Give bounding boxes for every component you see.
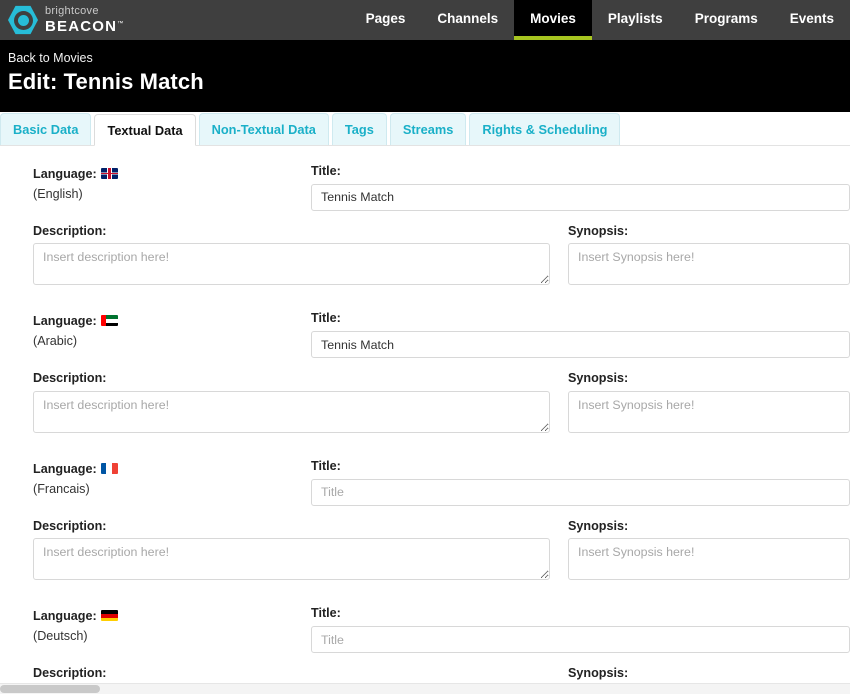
synopsis-field-group-arabic: Synopsis: — [568, 371, 850, 433]
horizontal-scrollbar-thumb[interactable] — [0, 685, 100, 693]
page-header: Back to Movies Edit: Tennis Match — [0, 40, 850, 112]
description-label: Description: — [33, 371, 107, 386]
title-input-english[interactable] — [311, 183, 850, 211]
title-label: Title: — [311, 458, 341, 473]
top-navigation-bar: brightcove BEACON™ Pages Channels Movies… — [0, 0, 850, 40]
brightcove-hexagon-logo-icon — [8, 5, 38, 35]
horizontal-scrollbar[interactable] — [0, 683, 850, 694]
editor-tab-strip: Basic Data Textual Data Non-Textual Data… — [0, 112, 850, 146]
title-field-group-english: Title: — [311, 164, 850, 211]
synopsis-field-group-english: Synopsis: — [568, 224, 850, 286]
description-textarea-english[interactable] — [33, 243, 550, 286]
language-name-deutsch: (Deutsch) — [33, 629, 88, 644]
tab-textual-data[interactable]: Textual Data — [94, 114, 196, 146]
language-section-deutsch: Language: (Deutsch) Title: Description: … — [0, 606, 850, 694]
flag-germany-icon — [100, 610, 118, 622]
tab-basic-data[interactable]: Basic Data — [0, 113, 92, 145]
language-label-group-english: Language: (English) — [33, 164, 311, 201]
tab-non-textual-data[interactable]: Non-Textual Data — [198, 113, 329, 145]
title-field-group-deutsch: Title: — [311, 606, 850, 654]
title-input-arabic[interactable] — [311, 331, 850, 359]
brand-wordmark: brightcove BEACON™ — [45, 4, 125, 35]
flag-france-icon — [100, 462, 118, 474]
title-field-group-francais: Title: — [311, 459, 850, 506]
nav-item-programs[interactable]: Programs — [679, 0, 774, 40]
synopsis-textarea-arabic[interactable] — [568, 390, 850, 433]
nav-item-movies[interactable]: Movies — [514, 0, 592, 40]
language-label-group-arabic: Language: (Arabic) — [33, 311, 311, 348]
language-label-group-deutsch: Language: (Deutsch) — [33, 606, 311, 643]
language-name-english: (English) — [33, 186, 83, 201]
nav-item-channels[interactable]: Channels — [421, 0, 514, 40]
language-label: Language: — [33, 314, 311, 330]
synopsis-textarea-francais[interactable] — [568, 538, 850, 581]
language-section-arabic: Language: (Arabic) Title: Description: S… — [0, 311, 850, 433]
description-field-group-english: Description: — [33, 224, 568, 286]
language-label-group-francais: Language: (Francais) — [33, 459, 311, 496]
title-field-group-arabic: Title: — [311, 311, 850, 359]
description-label: Description: — [33, 223, 107, 238]
brand-name-beacon: BEACON™ — [45, 17, 125, 35]
flag-united-kingdom-icon — [100, 168, 118, 179]
back-to-movies-link[interactable]: Back to Movies — [8, 51, 93, 65]
nav-item-pages[interactable]: Pages — [350, 0, 422, 40]
language-label: Language: — [33, 609, 311, 625]
synopsis-label: Synopsis: — [568, 371, 629, 386]
description-field-group-arabic: Description: — [33, 371, 568, 433]
tab-streams[interactable]: Streams — [389, 113, 467, 145]
brand-logo[interactable]: brightcove BEACON™ — [0, 0, 124, 40]
textual-data-panel: Language: (English) Title: Description: … — [0, 146, 850, 694]
title-label: Title: — [311, 164, 341, 178]
title-input-francais[interactable] — [311, 478, 850, 506]
language-sections: Language: (English) Title: Description: … — [0, 146, 850, 694]
synopsis-label: Synopsis: — [568, 666, 629, 681]
title-input-deutsch[interactable] — [311, 626, 850, 654]
synopsis-field-group-francais: Synopsis: — [568, 519, 850, 581]
main-nav-items: Pages Channels Movies Playlists Programs… — [350, 0, 850, 40]
description-textarea-francais[interactable] — [33, 538, 550, 581]
language-label: Language: — [33, 462, 311, 478]
description-label: Description: — [33, 518, 107, 533]
description-textarea-arabic[interactable] — [33, 390, 550, 433]
title-label: Title: — [311, 606, 341, 621]
page-title: Edit: Tennis Match — [8, 69, 204, 94]
tab-tags[interactable]: Tags — [331, 113, 387, 145]
nav-item-events[interactable]: Events — [774, 0, 850, 40]
synopsis-label: Synopsis: — [568, 518, 629, 533]
flag-united-arab-emirates-icon — [100, 315, 118, 327]
title-label: Title: — [311, 311, 341, 326]
language-label: Language: — [33, 167, 311, 183]
language-name-francais: (Francais) — [33, 481, 90, 496]
nav-item-playlists[interactable]: Playlists — [592, 0, 679, 40]
description-field-group-francais: Description: — [33, 519, 568, 581]
language-name-arabic: (Arabic) — [33, 334, 78, 349]
description-label: Description: — [33, 666, 107, 681]
tab-rights-and-scheduling[interactable]: Rights & Scheduling — [469, 113, 621, 145]
brand-name-brightcove: brightcove — [45, 4, 99, 17]
language-section-francais: Language: (Francais) Title: Description:… — [0, 459, 850, 581]
language-section-english: Language: (English) Title: Description: … — [0, 164, 850, 286]
synopsis-label: Synopsis: — [568, 223, 629, 238]
synopsis-textarea-english[interactable] — [568, 243, 850, 286]
